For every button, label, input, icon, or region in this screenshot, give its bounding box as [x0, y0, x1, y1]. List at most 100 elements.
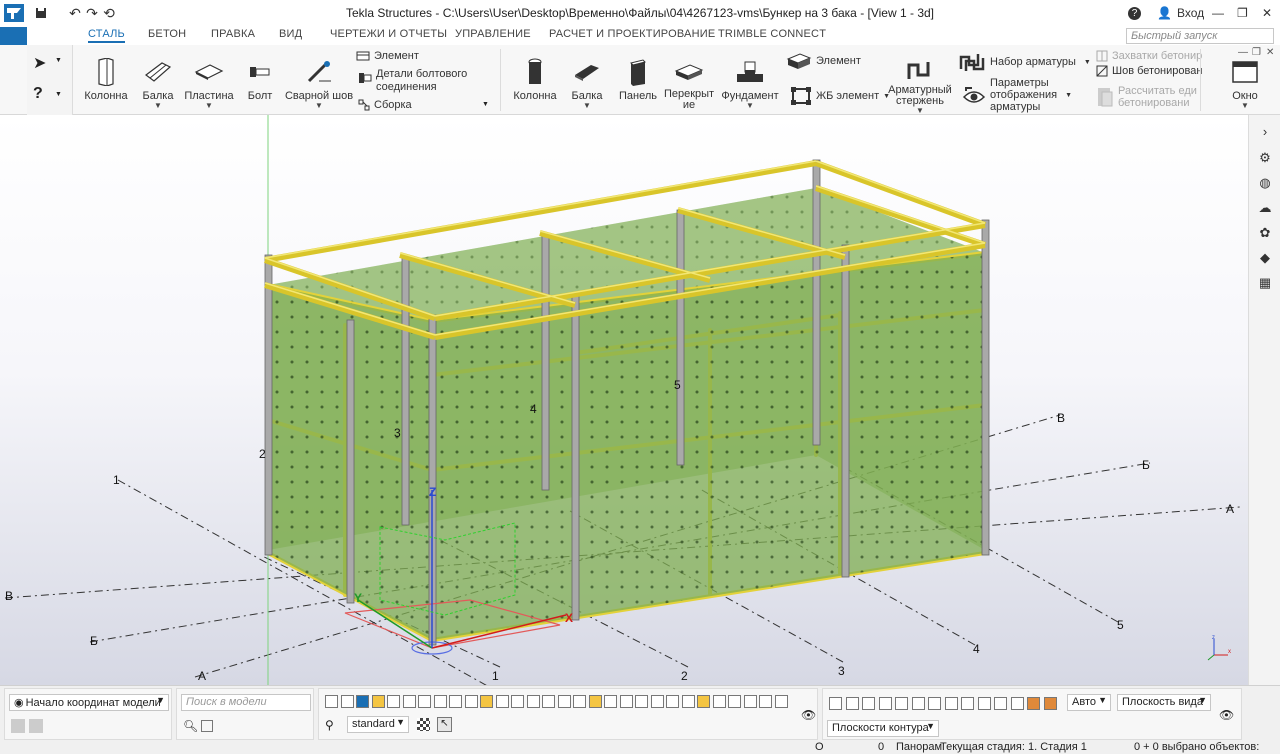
rc-element-button[interactable]: ЖБ элемент ▼	[790, 86, 890, 106]
select-switch-icon[interactable]	[650, 695, 664, 708]
snap-switch-icon[interactable]	[911, 697, 925, 710]
select-switch-icon[interactable]	[588, 695, 602, 708]
view-plane-combo[interactable]: Плоскость вида ▼	[1117, 694, 1211, 711]
select-switch-icon[interactable]	[681, 695, 695, 708]
help-icon[interactable]: ?	[1128, 4, 1141, 22]
select-switch-icon[interactable]	[619, 695, 633, 708]
model-scene[interactable]	[0, 115, 1248, 685]
select-switch-icon[interactable]	[743, 695, 757, 708]
select-switch-icon[interactable]	[325, 695, 338, 708]
snap-switch-icon[interactable]	[845, 697, 859, 710]
rebar-display-button[interactable]: Параметры отображения арматуры ▼	[962, 77, 1072, 113]
minimize-button[interactable]: —	[1212, 4, 1224, 22]
ribbon-close-icon[interactable]: ✕	[1266, 47, 1274, 58]
properties-icon[interactable]: ⚙	[1255, 148, 1275, 168]
chevron-down-icon[interactable]: ▼	[55, 91, 62, 98]
select-switch-icon[interactable]	[557, 695, 571, 708]
pour-breaks-button[interactable]: Захватки бетонир	[1096, 50, 1202, 62]
model-search-input[interactable]: Поиск в модели	[181, 694, 311, 711]
redo-icon[interactable]: ↷	[85, 5, 99, 21]
tab-edit[interactable]: ПРАВКА	[211, 28, 255, 40]
tab-trimble-connect[interactable]: TRIMBLE CONNECT	[718, 28, 826, 40]
snap-switch-icon[interactable]	[1027, 697, 1040, 710]
select-switch-icon[interactable]	[387, 695, 400, 708]
rebar-button[interactable]: Арматурный стержень ▼	[888, 45, 952, 115]
snap-switch-icon[interactable]	[895, 697, 908, 710]
snap-switch-icon[interactable]	[977, 697, 991, 710]
footing-button[interactable]: Фундамент ▼	[721, 45, 779, 115]
snap-switch-icon[interactable]	[928, 697, 941, 710]
applications-icon[interactable]: ▦	[1255, 273, 1275, 293]
snap-switch-icon[interactable]	[1010, 697, 1024, 710]
tab-view[interactable]: ВИД	[279, 28, 302, 40]
cloud-icon[interactable]: ☁	[1255, 198, 1275, 218]
cube-icon[interactable]: ◆	[1255, 248, 1275, 268]
select-switch-icon[interactable]	[495, 695, 509, 708]
status-stage[interactable]: Текущая стадия: 1. Стадия 1	[940, 741, 1087, 753]
snap-switch-icon[interactable]	[994, 697, 1007, 710]
close-button[interactable]: ✕	[1262, 4, 1272, 22]
concrete-beam-button[interactable]: Балка ▼	[568, 45, 606, 115]
select-switch-icon[interactable]	[728, 695, 741, 708]
inquire-icon[interactable]: ?	[33, 85, 43, 103]
select-switch-icon[interactable]	[604, 695, 617, 708]
select-switch-icon[interactable]	[356, 695, 369, 708]
tab-drawings[interactable]: ЧЕРТЕЖИ И ОТЧЕТЫ	[330, 28, 447, 40]
assembly-button[interactable]: Сборка	[358, 99, 412, 111]
snap-switch-icon[interactable]	[829, 697, 842, 710]
snap-switch-icon[interactable]	[961, 697, 974, 710]
add-plane-icon[interactable]	[11, 719, 25, 733]
select-switch-icon[interactable]	[418, 695, 431, 708]
tab-concrete[interactable]: БЕТОН	[148, 28, 186, 40]
select-switch-icon[interactable]	[712, 695, 726, 708]
quick-launch-input[interactable]: Быстрый запуск	[1126, 28, 1274, 44]
zoom-selected-icon[interactable]	[201, 720, 213, 732]
checker-icon[interactable]	[417, 718, 430, 731]
panel-button[interactable]: Панель	[618, 45, 658, 115]
select-switch-icon[interactable]	[371, 695, 385, 708]
calc-pour-units-button[interactable]: Рассчитать еди бетонировани	[1096, 85, 1197, 109]
eye-icon[interactable]: 👁	[801, 708, 816, 722]
snap-switch-icon[interactable]	[944, 697, 958, 710]
restore-button[interactable]: ❐	[1237, 4, 1248, 22]
slab-button[interactable]: Перекрыт ие	[664, 45, 714, 115]
select-switch-icon[interactable]	[433, 695, 447, 708]
select-switch-icon[interactable]	[526, 695, 540, 708]
save-icon[interactable]	[34, 5, 48, 21]
tab-steel[interactable]: СТАЛЬ	[88, 28, 125, 43]
globe-icon[interactable]: ◍	[1255, 173, 1275, 193]
select-pointer-icon[interactable]: ↖	[437, 717, 452, 732]
weld-button[interactable]: Сварной шов ▼	[285, 45, 353, 115]
ribbon-restore-icon[interactable]: ❐	[1252, 47, 1261, 58]
snap-switch-icon[interactable]	[1043, 697, 1057, 710]
concrete-column-button[interactable]: Колонна	[512, 45, 558, 115]
view-axes-icon[interactable]: zx	[1202, 633, 1232, 663]
work-plane-combo[interactable]: ◉ Начало координат модели ▼	[9, 694, 169, 711]
select-switch-icon[interactable]	[340, 695, 354, 708]
select-switch-icon[interactable]	[449, 695, 462, 708]
steel-element-button[interactable]: Элемент	[356, 50, 419, 62]
chevron-down-icon[interactable]: ▼	[482, 101, 489, 108]
search-icon[interactable]: 🔍︎	[183, 719, 198, 733]
tab-analysis[interactable]: РАСЧЕТ И ПРОЕКТИРОВАНИЕ	[549, 28, 715, 40]
auto-combo[interactable]: Авто ▼	[1067, 694, 1111, 711]
select-switch-icon[interactable]	[464, 695, 478, 708]
remove-plane-icon[interactable]	[29, 719, 43, 733]
select-switch-icon[interactable]	[635, 695, 648, 708]
select-switch-icon[interactable]	[759, 695, 772, 708]
history-icon[interactable]: ⟲	[102, 5, 116, 21]
selection-filter-combo[interactable]: standard ▼	[347, 716, 409, 733]
select-switch-icon[interactable]	[542, 695, 555, 708]
steel-beam-button[interactable]: Балка ▼	[138, 45, 178, 115]
select-switch-icon[interactable]	[480, 695, 493, 708]
contour-planes-combo[interactable]: Плоскости контура ▼	[827, 720, 939, 737]
select-switch-icon[interactable]	[402, 695, 416, 708]
tab-manage[interactable]: УПРАВЛЕНИЕ	[455, 28, 531, 40]
login-button[interactable]: 👤 Вход	[1157, 4, 1204, 22]
model-view-3d[interactable]: 1 В Б А В Б А 1 2 3 4 5 2 3 4 5 X Y Z zx	[0, 115, 1248, 685]
pour-joint-button[interactable]: Шов бетонирован	[1096, 65, 1202, 77]
filter-icon[interactable]: ⚲	[325, 718, 334, 732]
select-switch-icon[interactable]	[573, 695, 586, 708]
chevron-right-icon[interactable]: ›	[1255, 121, 1275, 141]
chevron-down-icon[interactable]: ▼	[55, 57, 62, 64]
